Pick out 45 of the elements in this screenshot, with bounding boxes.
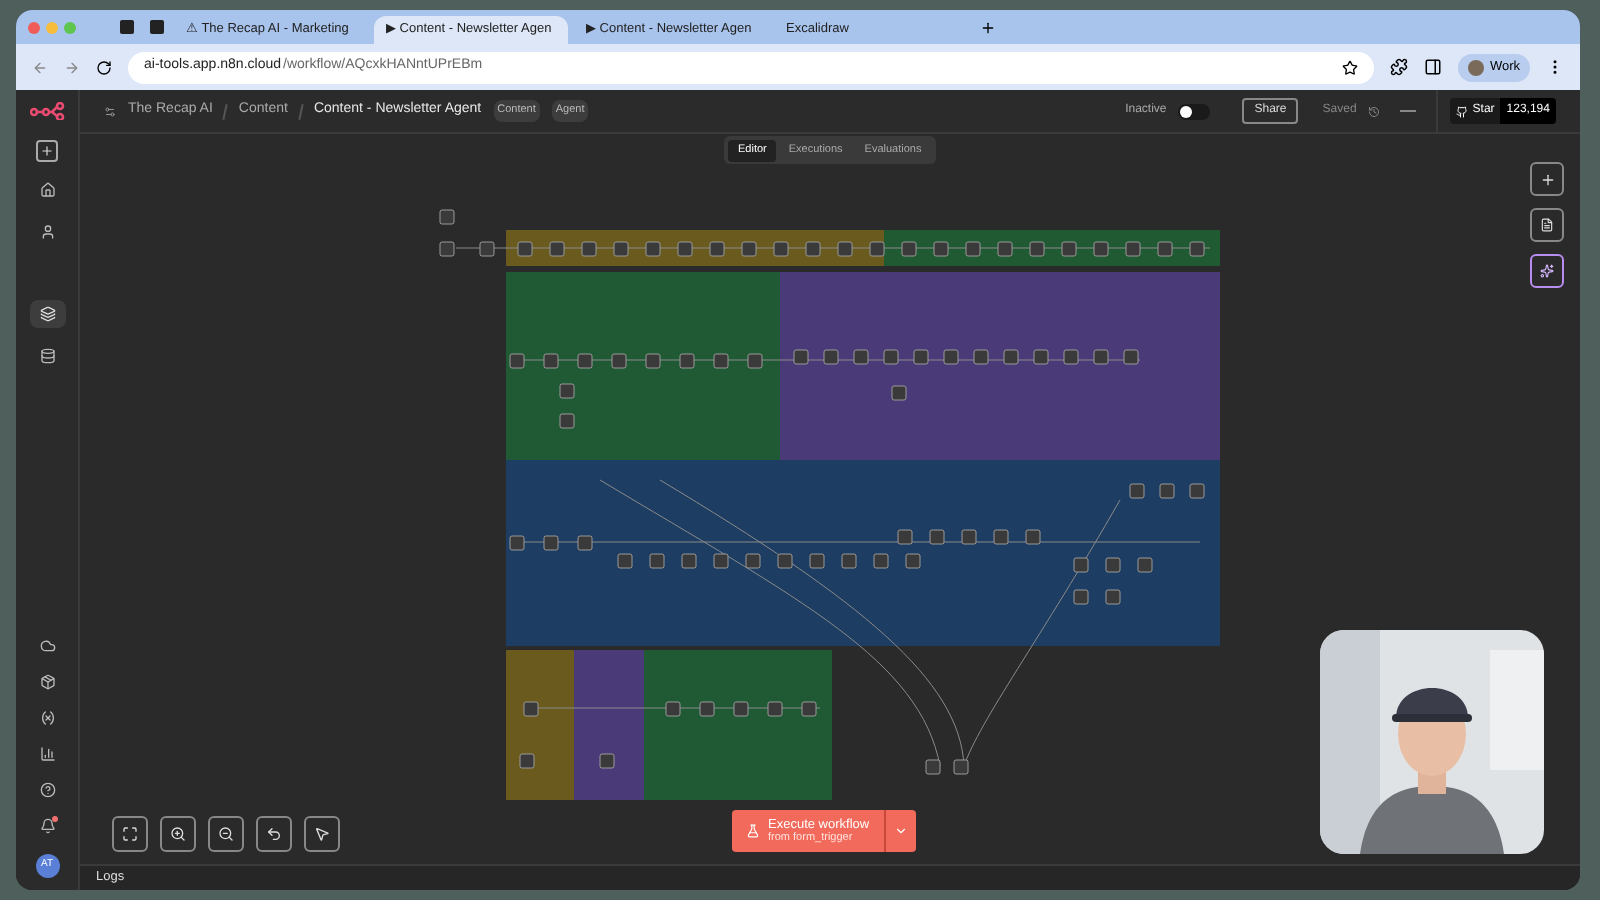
- new-tab-icon[interactable]: [980, 19, 996, 35]
- browser-tab[interactable]: [144, 15, 168, 39]
- logo-icon[interactable]: [29, 102, 65, 120]
- zoom-in-button[interactable]: [160, 816, 196, 852]
- projects-button[interactable]: [29, 300, 65, 328]
- sticky-note-button[interactable]: [1530, 208, 1564, 242]
- forward-icon[interactable]: [64, 59, 80, 75]
- github-icon: [1456, 105, 1469, 117]
- active-toggle[interactable]: [1178, 103, 1211, 119]
- notifications-icon[interactable]: [39, 818, 55, 834]
- expand-icon: [122, 826, 138, 842]
- history-icon[interactable]: [1368, 105, 1381, 117]
- reload-icon[interactable]: [96, 59, 112, 75]
- variables-icon[interactable]: [39, 710, 55, 726]
- help-icon[interactable]: [39, 782, 55, 798]
- pointer-icon: [314, 826, 330, 842]
- plus-icon: [1539, 171, 1555, 187]
- project-icon: [104, 105, 116, 117]
- zoom-in-icon: [170, 826, 186, 842]
- browser-tab[interactable]: [114, 15, 138, 39]
- flask-icon: [746, 824, 760, 838]
- back-icon[interactable]: [32, 59, 48, 75]
- undo-button[interactable]: [256, 816, 292, 852]
- add-node-button[interactable]: [1530, 162, 1564, 196]
- user-icon[interactable]: [39, 224, 55, 240]
- zoom-out-button[interactable]: [208, 816, 244, 852]
- package-icon[interactable]: [39, 674, 55, 690]
- chart-icon[interactable]: [39, 746, 55, 762]
- chevron-down-icon[interactable]: [893, 824, 908, 838]
- home-icon[interactable]: [39, 182, 55, 198]
- note-icon: [1540, 218, 1554, 232]
- zoom-out-icon: [218, 826, 234, 842]
- sparkle-icon: [1540, 264, 1554, 278]
- add-button[interactable]: [36, 140, 58, 162]
- undo-icon: [266, 826, 282, 842]
- database-icon[interactable]: [39, 348, 55, 364]
- ai-assistant-button[interactable]: [1530, 254, 1564, 288]
- side-panel-icon[interactable]: [1423, 58, 1442, 76]
- pointer-button[interactable]: [304, 816, 340, 852]
- layers-icon: [39, 306, 55, 322]
- extensions-icon[interactable]: [1389, 58, 1408, 76]
- plus-icon: [40, 144, 54, 158]
- cloud-icon[interactable]: [39, 638, 55, 654]
- fit-view-button[interactable]: [112, 816, 148, 852]
- bookmark-star-icon[interactable]: [1341, 59, 1358, 75]
